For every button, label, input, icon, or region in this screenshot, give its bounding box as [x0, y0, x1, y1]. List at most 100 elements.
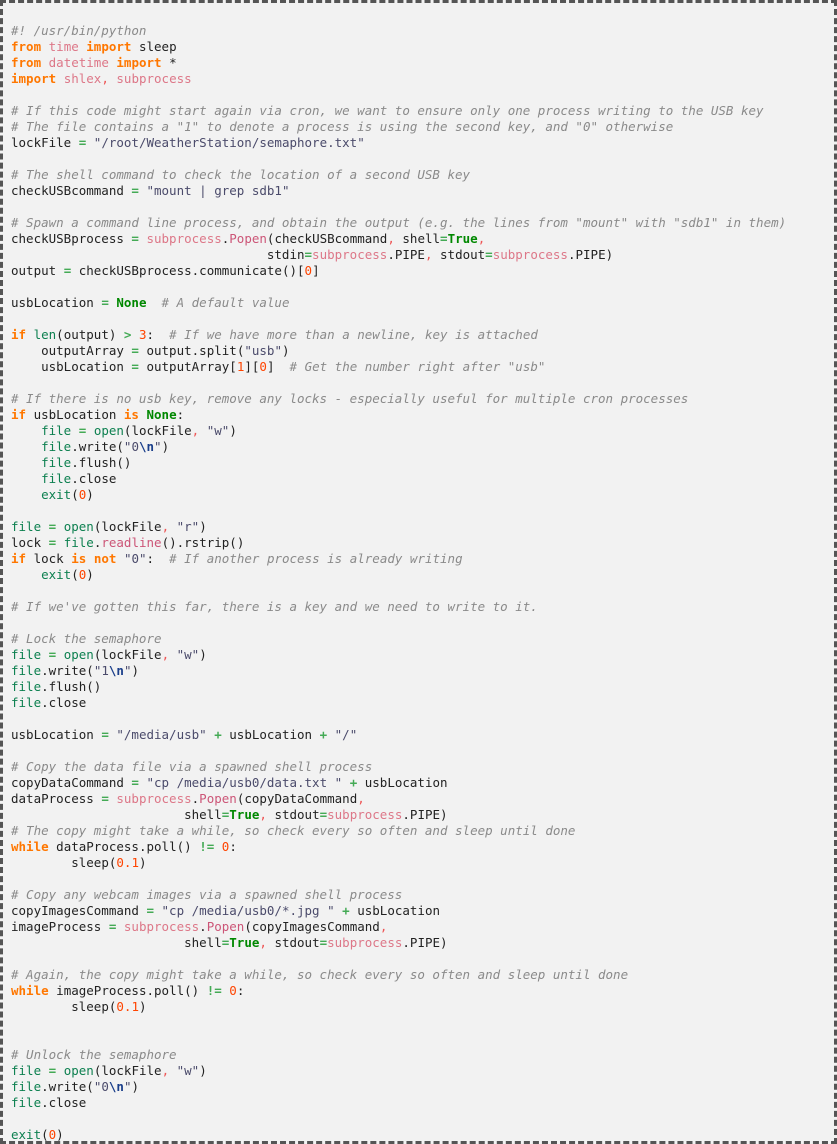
token-kwc: True	[447, 230, 478, 246]
token-punc: .	[567, 246, 576, 262]
token-punc: .	[41, 1094, 49, 1110]
token-fn: file	[11, 678, 42, 694]
token-punc: ()	[229, 534, 245, 550]
code-line: output = checkUSBprocess.communicate()[0…	[11, 262, 834, 279]
token-punc: ()[	[281, 262, 305, 278]
token-punc: )	[138, 998, 147, 1014]
code-line: # Copy any webcam images via a spawned s…	[11, 887, 834, 903]
token-nn: subprocess	[123, 918, 200, 934]
token-nn: shlex	[63, 70, 102, 86]
token-op: =	[146, 902, 154, 918]
token-punc: ][	[244, 358, 260, 374]
token-cm: # Spawn a command line process, and obta…	[11, 214, 787, 230]
token-cm: # If we've gotten this far, there is a k…	[11, 598, 538, 614]
token-kw: is	[123, 406, 139, 422]
token-cm: # If another process is already writing	[169, 550, 463, 566]
code-line: exit(0)	[11, 486, 834, 503]
token-name: sleep	[71, 998, 109, 1014]
code-line: checkUSBcommand = "mount | grep sdb1"	[11, 182, 834, 199]
code-text[interactable]: #! /usr/bin/python from time import sleep…	[11, 23, 834, 1142]
token-name: write	[48, 1078, 87, 1094]
token-name: PIPE	[394, 246, 425, 262]
token-comma: ,	[161, 1062, 170, 1078]
token-name: write	[48, 662, 87, 678]
code-line: file.write("0\n")	[11, 1078, 834, 1095]
token-op: =	[319, 934, 328, 950]
token-name: copyImagesCommand	[11, 902, 147, 918]
token-punc: :	[176, 406, 185, 422]
token-fn: open	[93, 422, 124, 438]
token-cm: # Copy the data file via a spawned shell…	[11, 758, 373, 774]
token-punc: (	[244, 918, 252, 934]
token-punc: ()	[86, 678, 102, 694]
token-fn: file	[11, 646, 49, 662]
token-name: imageProcess	[56, 982, 147, 998]
token-num: 0	[304, 262, 313, 278]
code-line: file = open(lockFile, "w")	[11, 646, 834, 663]
code-line: outputArray = output.split("usb")	[11, 343, 834, 359]
token-fn: open	[63, 646, 94, 662]
token-punc: )	[86, 486, 94, 502]
token-str: "cp /media/usb0/data.txt "	[146, 774, 343, 790]
token-meth: Popen	[206, 918, 245, 934]
code-line: file.close	[11, 470, 834, 487]
token-name: sleep	[138, 38, 177, 54]
token-punc: )	[138, 854, 147, 870]
code-line: imageProcess = subprocess.Popen(copyImag…	[11, 918, 834, 935]
token-kw: not	[93, 550, 117, 566]
token-name: imageProcess	[11, 918, 109, 934]
code-line: file.write("1\n")	[11, 662, 834, 679]
token-nn: subprocess	[146, 230, 222, 246]
token-num: 0	[259, 358, 267, 374]
code-line: file = open(lockFile, "w")	[11, 422, 834, 439]
token-name: poll	[154, 982, 185, 998]
token-op: +	[319, 726, 328, 742]
token-op: =	[131, 358, 139, 374]
token-punc: (	[86, 1078, 94, 1094]
token-punc: [	[229, 358, 237, 374]
token-meth: Popen	[229, 230, 267, 246]
code-line: usbLocation = outputArray[1][0] # Get th…	[11, 358, 834, 375]
token-punc: (	[71, 486, 79, 502]
token-kw: from	[11, 38, 42, 54]
token-name: close	[78, 470, 117, 486]
token-name: flush	[78, 454, 117, 470]
token-str: "/root/WeatherStation/semaphore.txt"	[93, 134, 365, 150]
token-op: =	[101, 726, 109, 742]
token-comma: ,	[477, 230, 486, 246]
token-esc: \n	[108, 662, 124, 678]
code-line: from time import sleep	[11, 38, 834, 55]
token-punc: .	[146, 982, 155, 998]
token-name: checkUSBcommand	[11, 182, 132, 198]
token-cm: # The file contains a "1" to denote a pr…	[11, 118, 674, 134]
token-name: PIPE	[575, 246, 606, 262]
token-fn: file	[11, 1094, 42, 1110]
code-line: checkUSBprocess = subprocess.Popen(check…	[11, 230, 834, 247]
token-punc: ]	[312, 262, 320, 278]
token-fn: file	[11, 518, 49, 534]
token-name: checkUSBprocess	[11, 230, 132, 246]
code-line: file = open(lockFile, "r")	[11, 518, 834, 535]
token-name: usbLocation	[357, 902, 441, 918]
token-str: "cp /media/usb0/*.jpg "	[161, 902, 335, 918]
code-line: # If there is no usb key, remove any loc…	[11, 391, 834, 407]
token-name: output	[63, 326, 109, 342]
token-cm: # The copy might take a while, so check …	[11, 822, 576, 838]
token-kw: if	[11, 406, 27, 422]
code-line: # The shell command to check the locatio…	[11, 167, 834, 183]
token-esc: \n	[138, 438, 155, 454]
